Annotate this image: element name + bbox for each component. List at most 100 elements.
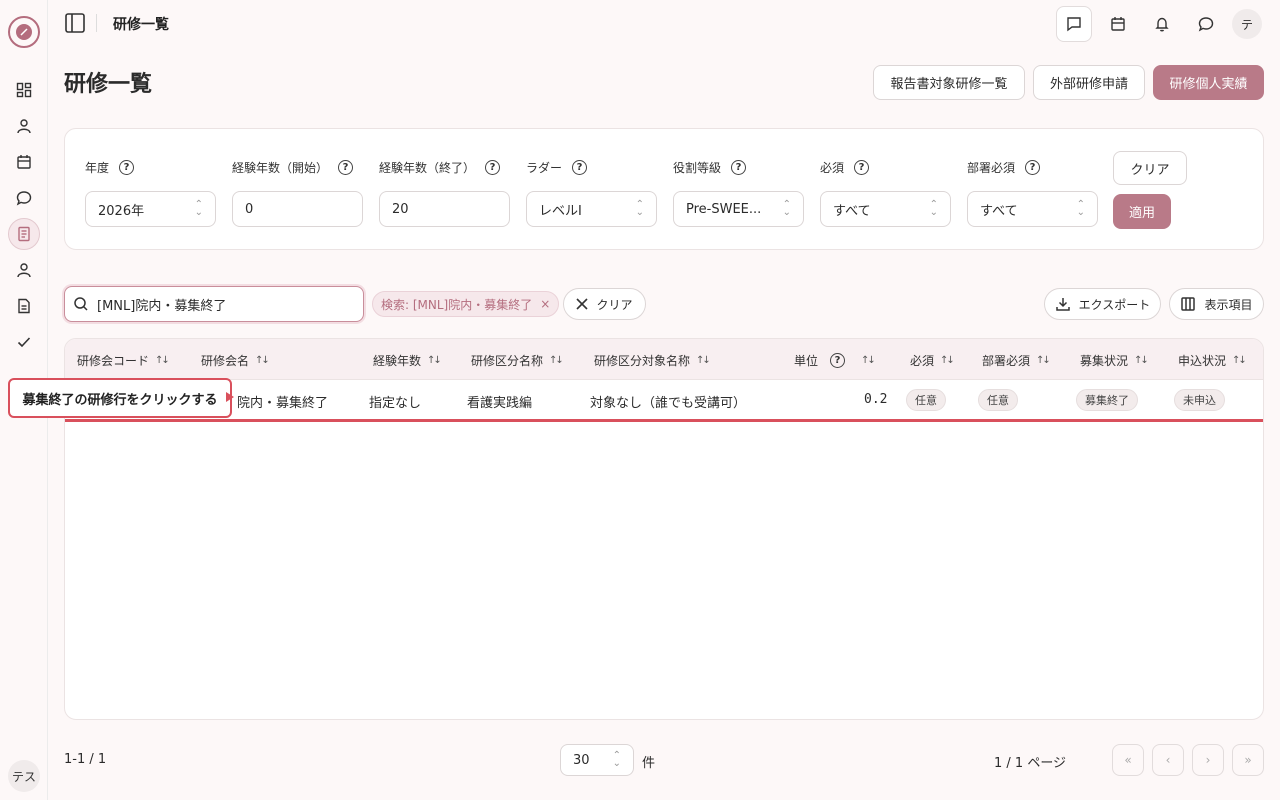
- chip-close-icon[interactable]: ×: [540, 297, 550, 311]
- th-dept-required-label: 部署必須: [982, 354, 1031, 368]
- user-icon[interactable]: [12, 114, 36, 138]
- bell-icon[interactable]: [1144, 6, 1180, 42]
- required-select[interactable]: すべて ⌃ ⌄: [820, 191, 951, 227]
- search-input[interactable]: [MNL]院内・募集終了: [64, 286, 364, 322]
- document-icon[interactable]: [12, 294, 36, 318]
- chevron-updown-icon: ⌃ ⌄: [782, 199, 791, 218]
- personal-record-button[interactable]: 研修個人実績: [1153, 65, 1264, 100]
- columns-label: 表示項目: [1204, 297, 1253, 312]
- chat-icon[interactable]: [12, 186, 36, 210]
- sort-icon: ↑↓: [155, 355, 170, 366]
- compass-logo-icon[interactable]: [8, 16, 40, 48]
- th-apply-status[interactable]: 申込状況 ↑↓: [1178, 352, 1247, 369]
- role-label-text: 役割等級: [673, 161, 722, 175]
- th-required[interactable]: 必須 ↑↓: [910, 352, 955, 369]
- last-page-icon[interactable]: »: [1232, 744, 1264, 776]
- th-name[interactable]: 研修会名 ↑↓: [201, 352, 270, 369]
- check-icon[interactable]: [12, 330, 36, 354]
- th-required-label: 必須: [910, 354, 935, 368]
- th-code-label: 研修会コード: [77, 354, 150, 368]
- filter-apply-button[interactable]: 適用: [1113, 194, 1171, 229]
- help-icon[interactable]: ?: [1025, 160, 1041, 175]
- exp-end-input[interactable]: 20: [379, 191, 510, 227]
- exp-end-value: 20: [392, 201, 409, 217]
- exp-start-label: 経験年数（開始）?: [232, 159, 354, 176]
- topbar: 研修一覧 テ: [48, 0, 1280, 48]
- th-recruit-status[interactable]: 募集状況 ↑↓: [1080, 352, 1149, 369]
- th-dept-required[interactable]: 部署必須 ↑↓: [982, 352, 1051, 369]
- th-name-label: 研修会名: [201, 354, 250, 368]
- exp-start-input[interactable]: 0: [232, 191, 363, 227]
- dept-required-select[interactable]: すべて ⌃ ⌄: [967, 191, 1098, 227]
- sort-icon: ↑↓: [255, 355, 270, 366]
- help-icon[interactable]: ?: [830, 353, 846, 368]
- th-unit[interactable]: 単位? ↑↓: [794, 352, 876, 369]
- calendar-top-icon[interactable]: [1100, 6, 1136, 42]
- chevron-updown-icon: ⌃ ⌄: [929, 199, 938, 218]
- page-size-unit: 件: [642, 756, 656, 771]
- year-filter-label: 年度?: [85, 159, 135, 176]
- cell-category: 看護実践編: [467, 396, 533, 411]
- role-value: Pre-SWEE...: [686, 201, 762, 217]
- role-label: 役割等級?: [673, 159, 747, 176]
- th-experience[interactable]: 経験年数 ↑↓: [373, 352, 442, 369]
- required-value: すべて: [833, 203, 871, 219]
- page-info: 1 / 1 ページ: [994, 756, 1067, 771]
- dept-required-label: 部署必須?: [967, 159, 1041, 176]
- search-clear-label: クリア: [596, 297, 633, 312]
- th-unit-label: 単位: [794, 354, 819, 368]
- role-select[interactable]: Pre-SWEE... ⌃ ⌄: [673, 191, 804, 227]
- user-avatar[interactable]: テ: [1232, 9, 1262, 39]
- dept-required-label-text: 部署必須: [967, 161, 1016, 175]
- columns-button[interactable]: 表示項目: [1169, 288, 1264, 320]
- message-icon[interactable]: [1056, 6, 1092, 42]
- th-target-label: 研修区分対象名称: [594, 354, 691, 368]
- badge-recruit-status: 募集終了: [1076, 389, 1138, 411]
- th-category[interactable]: 研修区分名称 ↑↓: [471, 352, 564, 369]
- export-button[interactable]: エクスポート: [1044, 288, 1161, 320]
- chat-top-icon[interactable]: [1188, 6, 1224, 42]
- search-value: [MNL]院内・募集終了: [97, 298, 227, 314]
- th-recruit-status-label: 募集状況: [1080, 354, 1129, 368]
- search-clear-button[interactable]: クリア: [563, 288, 646, 320]
- dept-required-value: すべて: [980, 203, 1018, 219]
- next-page-icon[interactable]: ›: [1192, 744, 1224, 776]
- ladder-select[interactable]: レベルI ⌃ ⌄: [526, 191, 657, 227]
- exp-start-label-text: 経験年数（開始）: [232, 161, 329, 175]
- sort-icon: ↑↓: [1232, 355, 1247, 366]
- download-icon: [1055, 298, 1070, 311]
- help-icon[interactable]: ?: [119, 160, 135, 175]
- badge-required: 任意: [906, 389, 946, 411]
- training-list-icon[interactable]: [8, 218, 40, 250]
- help-icon[interactable]: ?: [572, 160, 588, 175]
- topbar-title: 研修一覧: [113, 17, 169, 33]
- sidebar-toggle-icon[interactable]: [64, 12, 86, 34]
- year-select[interactable]: 2026年 ⌃ ⌄: [85, 191, 216, 227]
- th-target[interactable]: 研修区分対象名称 ↑↓: [594, 352, 711, 369]
- filter-panel: 年度? 2026年 ⌃ ⌄ 経験年数（開始）? 0 経験年数（終了）? 20 ラダー…: [64, 128, 1264, 250]
- first-page-icon[interactable]: «: [1112, 744, 1144, 776]
- side-user-avatar[interactable]: テス: [8, 760, 40, 792]
- page-size-select[interactable]: 30 ⌃ ⌄: [560, 744, 634, 776]
- th-code[interactable]: 研修会コード ↑↓: [77, 352, 170, 369]
- help-icon[interactable]: ?: [854, 160, 870, 175]
- help-icon[interactable]: ?: [485, 160, 501, 175]
- profile-icon[interactable]: [12, 258, 36, 282]
- sort-icon: ↑↓: [1134, 355, 1149, 366]
- report-list-button[interactable]: 報告書対象研修一覧: [873, 65, 1025, 100]
- cell-unit: 0.2: [864, 392, 888, 407]
- cell-target: 対象なし（誰でも受講可）: [590, 396, 747, 411]
- table-row[interactable]: 院内・募集終了 指定なし 看護実践編 対象なし（誰でも受講可） 0.2 任意 任…: [65, 380, 1263, 422]
- cell-experience: 指定なし: [369, 396, 422, 411]
- sort-icon: ↑↓: [696, 355, 711, 366]
- help-icon[interactable]: ?: [338, 160, 354, 175]
- external-apply-button[interactable]: 外部研修申請: [1033, 65, 1145, 100]
- help-icon[interactable]: ?: [731, 160, 747, 175]
- dashboard-icon[interactable]: [12, 78, 36, 102]
- prev-page-icon[interactable]: ‹: [1152, 744, 1184, 776]
- table-header: 研修会コード ↑↓ 研修会名 ↑↓ 経験年数 ↑↓ 研修区分名称 ↑↓ 研修区分対象名称…: [65, 339, 1263, 380]
- calendar-icon[interactable]: [12, 150, 36, 174]
- page-size-value: 30: [573, 752, 590, 768]
- filter-clear-button[interactable]: クリア: [1113, 151, 1187, 185]
- cell-name: 院内・募集終了: [237, 396, 329, 411]
